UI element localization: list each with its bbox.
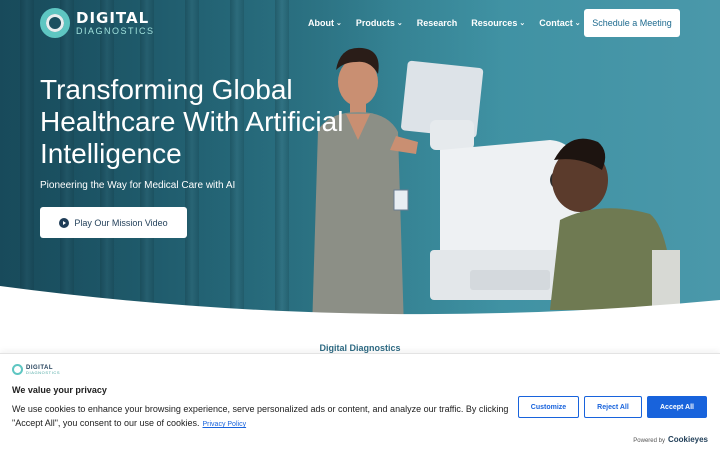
- nav-label: Research: [416, 17, 458, 28]
- main-nav: About ⌄ Products ⌄ Research Resources ⌄ Con…: [308, 17, 608, 28]
- reject-all-button[interactable]: Reject All: [584, 396, 642, 418]
- hero-patient-image: [550, 138, 680, 310]
- logo-wordmark-secondary: DIAGNOSTICS: [76, 25, 155, 36]
- nav-item-products[interactable]: Products ⌄: [356, 18, 403, 28]
- cookie-body: We use cookies to enhance your browsing …: [12, 402, 512, 432]
- hero-subtitle: Pioneering the Way for Medical Care with…: [40, 180, 236, 191]
- logo-ring-icon: [40, 8, 70, 38]
- accept-all-button[interactable]: Accept All: [647, 396, 707, 418]
- powered-by: Powered by Cookieyes: [633, 435, 708, 444]
- play-video-button[interactable]: Play Our Mission Video: [40, 207, 187, 238]
- section-label: Digital Diagnostics: [319, 343, 401, 353]
- nav-item-about[interactable]: About ⌄: [308, 18, 342, 28]
- chevron-down-icon: ⌄: [336, 19, 342, 27]
- customize-button[interactable]: Customize: [518, 396, 579, 418]
- chevron-down-icon: ⌄: [519, 19, 526, 27]
- nav-item-contact[interactable]: Contact ⌄: [539, 18, 580, 28]
- site-header: DIGITAL DIAGNOSTICS About ⌄ Products ⌄ Res…: [0, 0, 720, 46]
- chevron-down-icon: ⌄: [396, 19, 403, 27]
- nav-label: Products: [355, 17, 395, 28]
- cookie-logo-secondary: DIAGNOSTICS: [26, 369, 61, 375]
- logo-ring-icon: [12, 364, 23, 375]
- play-video-label: Play Our Mission Video: [74, 217, 168, 228]
- hero-section: DIGITAL DIAGNOSTICS About ⌄ Products ⌄ Res…: [0, 0, 720, 330]
- cookie-title: We value your privacy: [12, 385, 107, 395]
- powered-by-label: Powered by: [633, 438, 665, 444]
- hero-title: Transforming Global Healthcare With Arti…: [40, 74, 344, 169]
- nav-label: About: [308, 17, 334, 28]
- cookie-body-text: We use cookies to enhance your browsing …: [12, 404, 509, 428]
- nav-label: Resources: [471, 17, 518, 28]
- cookieyes-logo[interactable]: Cookieyes: [668, 435, 708, 444]
- brand-logo[interactable]: DIGITAL DIAGNOSTICS: [40, 8, 155, 38]
- nav-item-research[interactable]: Research: [417, 18, 458, 28]
- schedule-meeting-button[interactable]: Schedule a Meeting: [584, 9, 680, 37]
- hero-bottom-curve: [0, 286, 720, 330]
- privacy-policy-link[interactable]: Privacy Policy: [203, 421, 247, 428]
- cookie-banner-logo: DIGITAL DIAGNOSTICS: [12, 364, 60, 375]
- nav-item-resources[interactable]: Resources ⌄: [471, 18, 525, 28]
- play-circle-icon: [59, 217, 70, 228]
- nav-label: Contact: [539, 17, 573, 28]
- cookie-banner: DIGITAL DIAGNOSTICS We value your privac…: [0, 353, 720, 450]
- logo-wordmark-primary: DIGITAL: [76, 8, 150, 27]
- chevron-down-icon: ⌄: [574, 19, 581, 27]
